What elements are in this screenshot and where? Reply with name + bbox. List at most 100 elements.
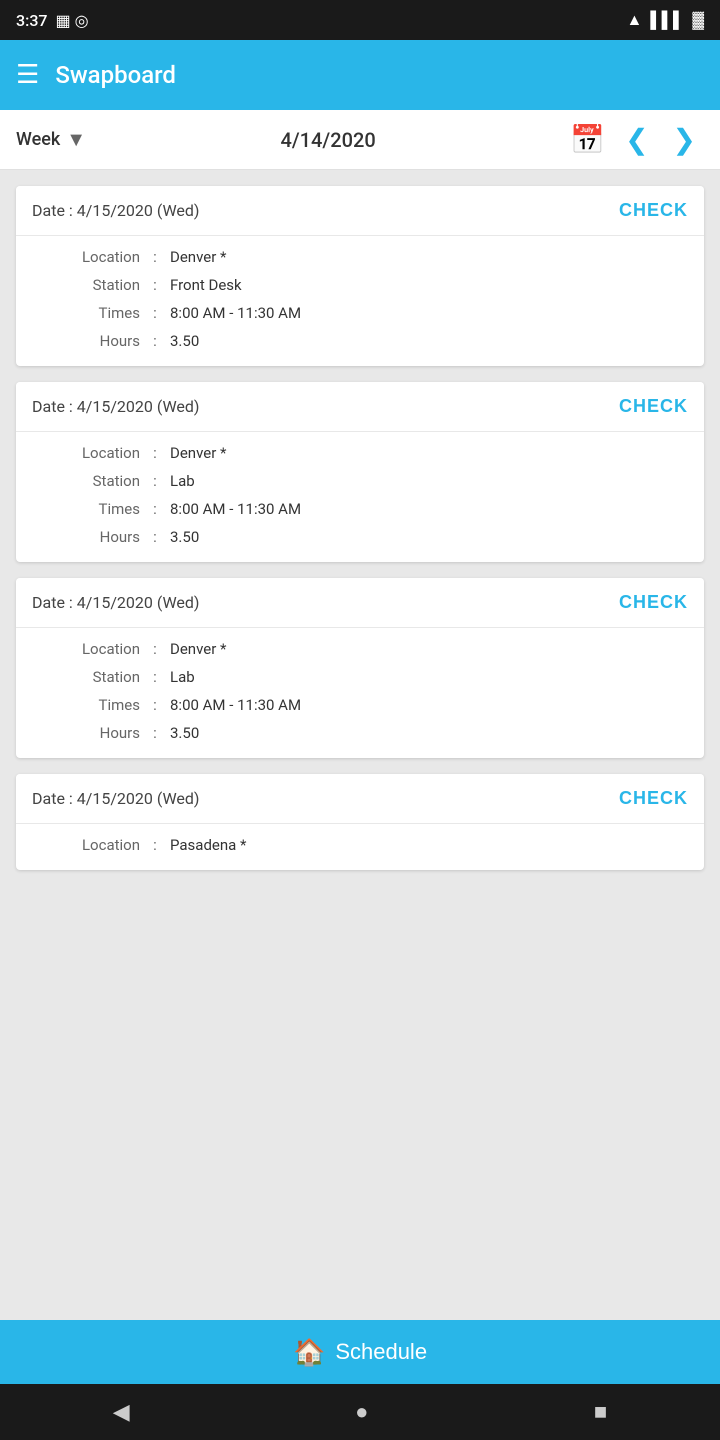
wifi-icon: ▲	[626, 10, 642, 30]
times-value: 8:00 AM - 11:30 AM	[170, 304, 301, 322]
times-value: 8:00 AM - 11:30 AM	[170, 696, 301, 714]
next-button[interactable]: ❯	[665, 119, 704, 160]
times-label: Times	[40, 696, 140, 714]
card-row-hours: Hours : 3.50	[40, 724, 680, 742]
calendar-icon[interactable]: 📅	[570, 123, 605, 156]
station-separator: :	[140, 276, 170, 294]
card-body: Location : Denver * Station : Lab Times : …	[16, 628, 704, 758]
current-date: 4/14/2020	[98, 128, 558, 152]
menu-icon[interactable]: ☰	[16, 62, 39, 88]
bottom-bar: 🏠 Schedule	[0, 1320, 720, 1384]
times-separator: :	[140, 304, 170, 322]
shift-card: Date : 4/15/2020 (Wed) CHECK Location : Pa…	[16, 774, 704, 870]
station-label: Station	[40, 472, 140, 490]
home-button[interactable]: ●	[355, 1399, 368, 1425]
back-button[interactable]: ◀	[113, 1399, 130, 1425]
card-header: Date : 4/15/2020 (Wed) CHECK	[16, 578, 704, 628]
battery-icon: ▓	[692, 10, 704, 30]
main-content: Date : 4/15/2020 (Wed) CHECK Location : De…	[0, 170, 720, 1320]
check-button[interactable]: CHECK	[619, 396, 688, 417]
card-row-hours: Hours : 3.50	[40, 332, 680, 350]
hours-label: Hours	[40, 724, 140, 742]
hours-value: 3.50	[170, 724, 199, 742]
card-header: Date : 4/15/2020 (Wed) CHECK	[16, 382, 704, 432]
card-body: Location : Denver * Station : Front Desk T…	[16, 236, 704, 366]
card-row-location: Location : Pasadena *	[40, 836, 680, 854]
hours-label: Hours	[40, 528, 140, 546]
location-separator: :	[140, 640, 170, 658]
station-label: Station	[40, 668, 140, 686]
hours-separator: :	[140, 724, 170, 742]
shift-card: Date : 4/15/2020 (Wed) CHECK Location : De…	[16, 382, 704, 562]
schedule-icon: 🏠	[293, 1337, 325, 1368]
card-row-times: Times : 8:00 AM - 11:30 AM	[40, 696, 680, 714]
card-date: Date : 4/15/2020 (Wed)	[32, 201, 200, 220]
card-row-times: Times : 8:00 AM - 11:30 AM	[40, 500, 680, 518]
app-title: Swapboard	[55, 61, 704, 89]
hours-label: Hours	[40, 332, 140, 350]
check-button[interactable]: CHECK	[619, 788, 688, 809]
hours-separator: :	[140, 332, 170, 350]
times-value: 8:00 AM - 11:30 AM	[170, 500, 301, 518]
shift-card: Date : 4/15/2020 (Wed) CHECK Location : De…	[16, 578, 704, 758]
location-value: Pasadena *	[170, 836, 246, 854]
location-label: Location	[40, 640, 140, 658]
status-bar: 3:37 ▦ ◎ ▲ ▌▌▌ ▓	[0, 0, 720, 40]
hours-value: 3.50	[170, 332, 199, 350]
week-bar: Week ▼ 4/14/2020 📅 ❮ ❯	[0, 110, 720, 170]
card-row-location: Location : Denver *	[40, 640, 680, 658]
location-label: Location	[40, 836, 140, 854]
location-label: Location	[40, 248, 140, 266]
card-date: Date : 4/15/2020 (Wed)	[32, 593, 200, 612]
card-row-hours: Hours : 3.50	[40, 528, 680, 546]
times-separator: :	[140, 696, 170, 714]
card-row-station: Station : Lab	[40, 668, 680, 686]
notification-icons: ▦ ◎	[56, 11, 89, 30]
location-value: Denver *	[170, 444, 226, 462]
location-separator: :	[140, 248, 170, 266]
times-separator: :	[140, 500, 170, 518]
location-value: Denver *	[170, 248, 226, 266]
card-date: Date : 4/15/2020 (Wed)	[32, 789, 200, 808]
location-separator: :	[140, 444, 170, 462]
nav-buttons: ❮ ❯	[617, 119, 704, 160]
card-row-location: Location : Denver *	[40, 444, 680, 462]
check-button[interactable]: CHECK	[619, 200, 688, 221]
card-date: Date : 4/15/2020 (Wed)	[32, 397, 200, 416]
station-value: Front Desk	[170, 276, 242, 294]
week-dropdown-icon: ▼	[66, 127, 86, 152]
status-bar-right: ▲ ▌▌▌ ▓	[626, 10, 704, 30]
station-separator: :	[140, 472, 170, 490]
location-value: Denver *	[170, 640, 226, 658]
card-row-times: Times : 8:00 AM - 11:30 AM	[40, 304, 680, 322]
station-value: Lab	[170, 668, 195, 686]
card-header: Date : 4/15/2020 (Wed) CHECK	[16, 186, 704, 236]
week-selector[interactable]: Week ▼	[16, 127, 86, 152]
location-label: Location	[40, 444, 140, 462]
times-label: Times	[40, 500, 140, 518]
android-nav: ◀ ● ■	[0, 1384, 720, 1440]
card-body: Location : Pasadena *	[16, 824, 704, 870]
card-row-station: Station : Front Desk	[40, 276, 680, 294]
location-separator: :	[140, 836, 170, 854]
station-separator: :	[140, 668, 170, 686]
card-row-station: Station : Lab	[40, 472, 680, 490]
hours-separator: :	[140, 528, 170, 546]
station-value: Lab	[170, 472, 195, 490]
check-button[interactable]: CHECK	[619, 592, 688, 613]
times-label: Times	[40, 304, 140, 322]
prev-button[interactable]: ❮	[617, 119, 656, 160]
card-body: Location : Denver * Station : Lab Times : …	[16, 432, 704, 562]
schedule-button[interactable]: 🏠 Schedule	[293, 1337, 427, 1368]
card-row-location: Location : Denver *	[40, 248, 680, 266]
recents-button[interactable]: ■	[594, 1399, 607, 1425]
app-bar: ☰ Swapboard	[0, 40, 720, 110]
schedule-label: Schedule	[335, 1339, 427, 1365]
shift-card: Date : 4/15/2020 (Wed) CHECK Location : De…	[16, 186, 704, 366]
status-time: 3:37	[16, 11, 48, 30]
hours-value: 3.50	[170, 528, 199, 546]
week-label: Week	[16, 129, 60, 150]
signal-icon: ▌▌▌	[650, 10, 684, 30]
card-header: Date : 4/15/2020 (Wed) CHECK	[16, 774, 704, 824]
status-bar-left: 3:37 ▦ ◎	[16, 11, 89, 30]
